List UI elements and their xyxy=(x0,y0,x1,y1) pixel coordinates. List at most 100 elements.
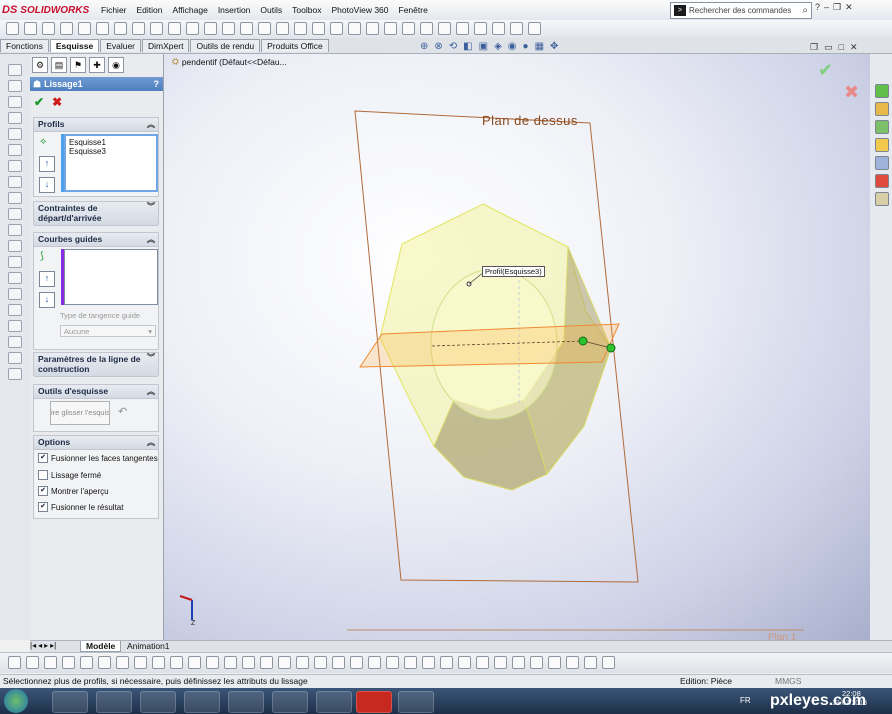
tab-outils-de-rendu[interactable]: Outils de rendu xyxy=(190,39,261,52)
tool-icon[interactable] xyxy=(294,22,307,35)
tool-icon[interactable] xyxy=(492,22,505,35)
option-lissage-ferme[interactable]: Lissage fermé xyxy=(38,470,101,480)
collapse-icon[interactable]: ︽ xyxy=(147,118,155,131)
relation-icon[interactable] xyxy=(44,656,57,669)
relation-icon[interactable] xyxy=(224,656,237,669)
sketch-tool-icon[interactable] xyxy=(8,128,22,140)
view-orientation-icon[interactable]: ▣ xyxy=(479,41,488,52)
sketch-tool-icon[interactable] xyxy=(8,144,22,156)
tab-animation1[interactable]: Animation1 xyxy=(122,641,175,651)
resources-icon[interactable] xyxy=(875,84,889,98)
relation-icon[interactable] xyxy=(368,656,381,669)
move-up-button[interactable]: ↑ xyxy=(39,156,55,172)
sketch-tool-icon[interactable] xyxy=(8,240,22,252)
firefox-icon[interactable] xyxy=(272,691,308,713)
download-icon[interactable] xyxy=(398,691,434,713)
help-icon[interactable]: ? xyxy=(815,2,820,13)
relation-icon[interactable] xyxy=(26,656,39,669)
tool-icon[interactable] xyxy=(348,22,361,35)
close-icon[interactable]: ✕ xyxy=(850,42,858,53)
tool-icon[interactable] xyxy=(222,22,235,35)
tool-icon[interactable] xyxy=(420,22,433,35)
relation-icon[interactable] xyxy=(548,656,561,669)
tool-icon[interactable] xyxy=(204,22,217,35)
relation-icon[interactable] xyxy=(206,656,219,669)
language-indicator[interactable]: FR xyxy=(740,696,751,705)
tool-icon[interactable] xyxy=(312,22,325,35)
scene-icon[interactable]: ▦ xyxy=(535,41,544,52)
relation-icon[interactable] xyxy=(332,656,345,669)
tool-icon[interactable] xyxy=(168,22,181,35)
sketch-tool-icon[interactable] xyxy=(8,112,22,124)
tool-icon[interactable] xyxy=(510,22,523,35)
relation-icon[interactable] xyxy=(278,656,291,669)
expand-icon[interactable]: ︾ xyxy=(147,202,155,212)
sketch-tool-icon[interactable] xyxy=(8,176,22,188)
option-fusionner-faces[interactable]: ✔ Fusionner les faces tangentes xyxy=(38,453,158,463)
relation-icon[interactable] xyxy=(8,656,21,669)
hide-show-icon[interactable]: ◉ xyxy=(508,41,517,52)
ie-icon[interactable] xyxy=(52,691,88,713)
sketch-tool-icon[interactable] xyxy=(8,224,22,236)
media-player-icon[interactable] xyxy=(140,691,176,713)
zoom-area-icon[interactable]: ⊗ xyxy=(434,41,442,52)
relation-icon[interactable] xyxy=(422,656,435,669)
sketch-tool-icon[interactable] xyxy=(8,80,22,92)
graphics-area[interactable]: ⛭ pendentif (Défaut<<Défau... ✔ ✖ Plan d… xyxy=(164,54,870,640)
last-tab-icon[interactable]: ▸| xyxy=(50,641,56,650)
tool-icon[interactable] xyxy=(474,22,487,35)
relation-icon[interactable] xyxy=(584,656,597,669)
relation-icon[interactable] xyxy=(188,656,201,669)
option-montrer-apercu[interactable]: ✔ Montrer l'aperçu xyxy=(38,486,109,496)
tool-icon[interactable] xyxy=(258,22,271,35)
move-down-button[interactable]: ↓ xyxy=(39,177,55,193)
tool-icon[interactable] xyxy=(330,22,343,35)
display-style-icon[interactable]: ◈ xyxy=(494,41,502,52)
home-icon[interactable] xyxy=(875,102,889,116)
relation-icon[interactable] xyxy=(62,656,75,669)
menu-fenetre[interactable]: Fenêtre xyxy=(394,3,433,17)
menu-toolbox[interactable]: Toolbox xyxy=(287,3,326,17)
profile-callout[interactable]: Profil(Esquisse3) xyxy=(482,266,545,277)
pm-help-button[interactable]: ? xyxy=(154,79,160,89)
search-input[interactable]: Rechercher des commandes xyxy=(689,6,791,15)
tool-icon[interactable] xyxy=(114,22,127,35)
property-manager-icon[interactable]: ▤ xyxy=(51,57,67,73)
tool-icon[interactable] xyxy=(402,22,415,35)
tool-icon[interactable] xyxy=(6,22,19,35)
tool-icon[interactable] xyxy=(78,22,91,35)
tile-icon[interactable]: ▭ xyxy=(824,42,833,53)
relation-icon[interactable] xyxy=(314,656,327,669)
tool-icon[interactable] xyxy=(240,22,253,35)
relation-icon[interactable] xyxy=(494,656,507,669)
checkbox[interactable]: ✔ xyxy=(38,486,48,496)
tool-icon[interactable] xyxy=(60,22,73,35)
feature-tree-icon[interactable]: ⚙ xyxy=(32,57,48,73)
courbes-header[interactable]: Courbes guides ︽ xyxy=(34,233,158,247)
sketch-tool-icon[interactable] xyxy=(8,96,22,108)
tool-icon[interactable] xyxy=(24,22,37,35)
calculator-icon[interactable] xyxy=(184,691,220,713)
relation-icon[interactable] xyxy=(260,656,273,669)
prev-tab-icon[interactable]: ◂ xyxy=(38,641,42,650)
relation-icon[interactable] xyxy=(404,656,417,669)
sketch-tool-icon[interactable] xyxy=(8,336,22,348)
move-up-button[interactable]: ↑ xyxy=(39,271,55,287)
restore-icon[interactable]: ❐ xyxy=(833,2,841,13)
tab-produits-office[interactable]: Produits Office xyxy=(261,39,329,52)
relation-icon[interactable] xyxy=(530,656,543,669)
move-down-button[interactable]: ↓ xyxy=(39,292,55,308)
display-manager-icon[interactable]: ◉ xyxy=(108,57,124,73)
section-view-icon[interactable]: ◧ xyxy=(463,41,472,52)
sketch-tool-icon[interactable] xyxy=(8,256,22,268)
checkbox[interactable]: ✔ xyxy=(38,453,48,463)
relation-icon[interactable] xyxy=(602,656,615,669)
relation-icon[interactable] xyxy=(134,656,147,669)
cancel-button[interactable]: ✖ xyxy=(52,95,62,109)
camera-icon[interactable] xyxy=(316,691,352,713)
sketch-tool-icon[interactable] xyxy=(8,352,22,364)
list-item[interactable]: Esquisse1 xyxy=(66,136,156,147)
relation-icon[interactable] xyxy=(80,656,93,669)
sketch-tool-icon[interactable] xyxy=(8,64,22,76)
checkbox[interactable] xyxy=(38,470,48,480)
